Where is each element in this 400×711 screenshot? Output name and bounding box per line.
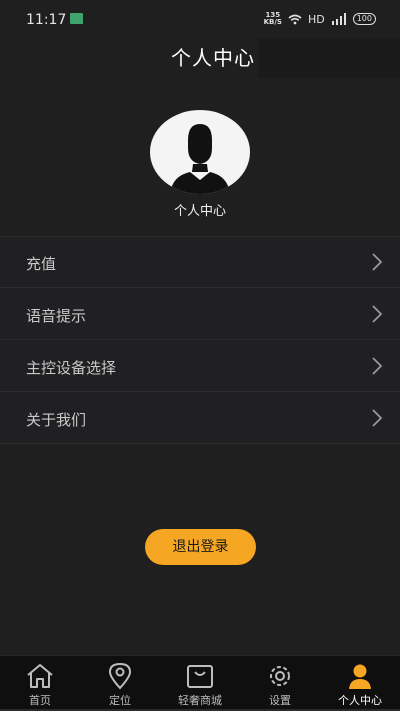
home-icon	[27, 664, 53, 688]
menu-item-device-select[interactable]: 主控设备选择	[0, 341, 400, 392]
personal-center-screen: 11:17 135 KB/S HD 100 个人中心 个人中心 充值 语音提示 …	[0, 0, 400, 711]
user-silhouette-icon	[170, 124, 230, 194]
network-speed: 135 KB/S	[264, 12, 282, 26]
tab-home[interactable]: 首页	[0, 656, 80, 711]
menu-list: 充值 语音提示 主控设备选择 关于我们	[0, 236, 400, 445]
shopping-bag-icon	[187, 665, 213, 688]
tab-settings[interactable]: 设置	[240, 656, 320, 711]
hd-indicator: HD	[307, 12, 325, 26]
status-bar: 11:17 135 KB/S HD 100	[0, 0, 400, 36]
network-speed-unit: KB/S	[263, 18, 282, 26]
status-indicators: 135 KB/S HD 100	[264, 10, 376, 28]
menu-item-label: 语音提示	[26, 307, 87, 325]
avatar-caption: 个人中心	[173, 204, 226, 219]
avatar[interactable]	[150, 110, 250, 194]
menu-item-voice-prompt[interactable]: 语音提示	[0, 289, 400, 340]
tab-label: 定位	[109, 694, 131, 707]
status-time: 11:17	[26, 12, 67, 28]
signal-icon	[331, 13, 346, 25]
menu-item-recharge[interactable]: 充值	[0, 237, 400, 288]
tab-label: 轻奢商城	[178, 694, 222, 707]
tab-label: 设置	[269, 694, 291, 707]
logout-button[interactable]: 退出登录	[145, 529, 256, 565]
chevron-right-icon	[372, 409, 382, 427]
tab-label: 个人中心	[338, 694, 382, 707]
location-pin-icon	[108, 662, 132, 690]
page-title: 个人中心	[171, 46, 255, 70]
chevron-right-icon	[372, 253, 382, 271]
tab-mall[interactable]: 轻奢商城	[160, 656, 240, 711]
gear-icon	[270, 666, 290, 686]
chevron-right-icon	[372, 357, 382, 375]
wifi-icon	[288, 14, 302, 24]
chevron-right-icon	[372, 305, 382, 323]
menu-item-label: 主控设备选择	[26, 359, 117, 377]
tab-personal-center[interactable]: 个人中心	[320, 656, 400, 711]
battery-indicator: 100	[352, 13, 376, 25]
menu-item-label: 充值	[26, 255, 57, 273]
tab-location[interactable]: 定位	[80, 656, 160, 711]
menu-item-about-us[interactable]: 关于我们	[0, 393, 400, 444]
user-icon	[349, 664, 371, 689]
menu-item-label: 关于我们	[26, 411, 87, 429]
notification-app-icon	[70, 13, 83, 24]
tab-label: 首页	[29, 694, 51, 707]
bottom-tab-bar: 首页 定位 轻奢商城 设置 个人中心	[0, 655, 400, 711]
